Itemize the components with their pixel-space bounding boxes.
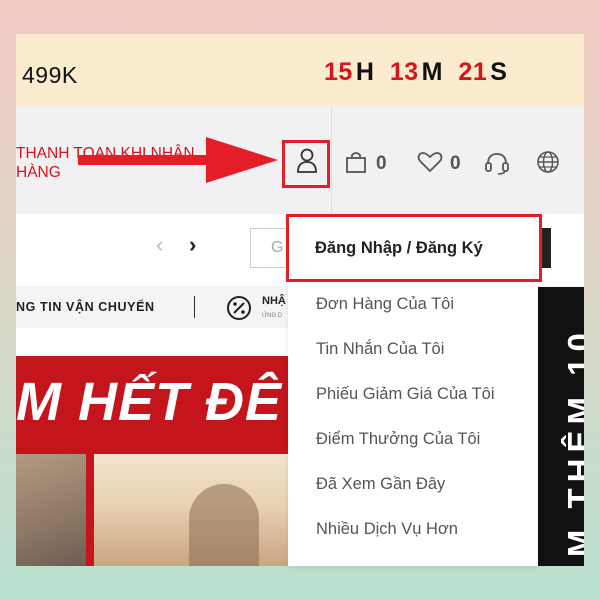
countdown-minutes: 13 <box>389 58 419 86</box>
promo-price: 499K <box>22 62 78 88</box>
banner-photo-figure <box>189 484 259 566</box>
globe-icon[interactable] <box>536 150 560 174</box>
cart-count: 0 <box>376 153 387 174</box>
banner-photo-left <box>16 454 86 566</box>
headset-icon[interactable] <box>484 150 510 176</box>
header-divider <box>331 106 332 214</box>
shipping-info-text: NG TIN VẬN CHUYỂN <box>16 300 155 314</box>
cart-icon[interactable] <box>345 151 367 173</box>
wishlist-count: 0 <box>450 153 461 174</box>
percent-icon <box>227 296 251 320</box>
discount-info-subtitle: ỨNG D <box>262 313 283 319</box>
info-divider <box>194 296 195 318</box>
banner-photo-model <box>94 454 294 566</box>
menu-item-my-points[interactable]: Điểm Thưởng Của Tôi <box>316 430 480 449</box>
countdown-hours-unit: H <box>355 58 375 86</box>
menu-item-recently-viewed[interactable]: Đã Xem Gần Đây <box>316 475 445 494</box>
carousel-prev-button[interactable]: ‹ <box>156 232 163 258</box>
countdown-seconds: 21 <box>458 58 488 86</box>
discount-info-title: NHẬ <box>262 295 286 307</box>
countdown-timer: 15 H 13 M 21 S <box>324 58 515 87</box>
menu-item-my-orders[interactable]: Đơn Hàng Của Tôi <box>316 295 454 314</box>
countdown-minutes-unit: M <box>421 58 443 86</box>
menu-item-my-messages[interactable]: Tin Nhắn Của Tôi <box>316 340 444 359</box>
login-register-link[interactable]: Đăng Nhập / Đăng Ký <box>286 214 542 282</box>
search-placeholder: G <box>271 239 284 256</box>
banner-title: M HẾT ĐÊ <box>16 372 283 432</box>
vertical-promo-text: AM THÊM 10 <box>561 327 584 566</box>
login-register-label: Đăng Nhập / Đăng Ký <box>315 239 483 257</box>
vertical-promo: AM THÊM 10 <box>538 287 584 566</box>
carousel-next-button[interactable]: › <box>189 232 196 258</box>
user-icon[interactable] <box>296 148 318 174</box>
arrow-right-icon <box>78 137 278 183</box>
menu-item-more-services[interactable]: Nhiều Dịch Vụ Hơn <box>316 520 458 539</box>
countdown-seconds-unit: S <box>490 58 508 86</box>
menu-item-my-vouchers[interactable]: Phiếu Giảm Giá Của Tôi <box>316 385 495 404</box>
heart-icon[interactable] <box>417 151 443 173</box>
countdown-hours: 15 <box>324 58 353 86</box>
